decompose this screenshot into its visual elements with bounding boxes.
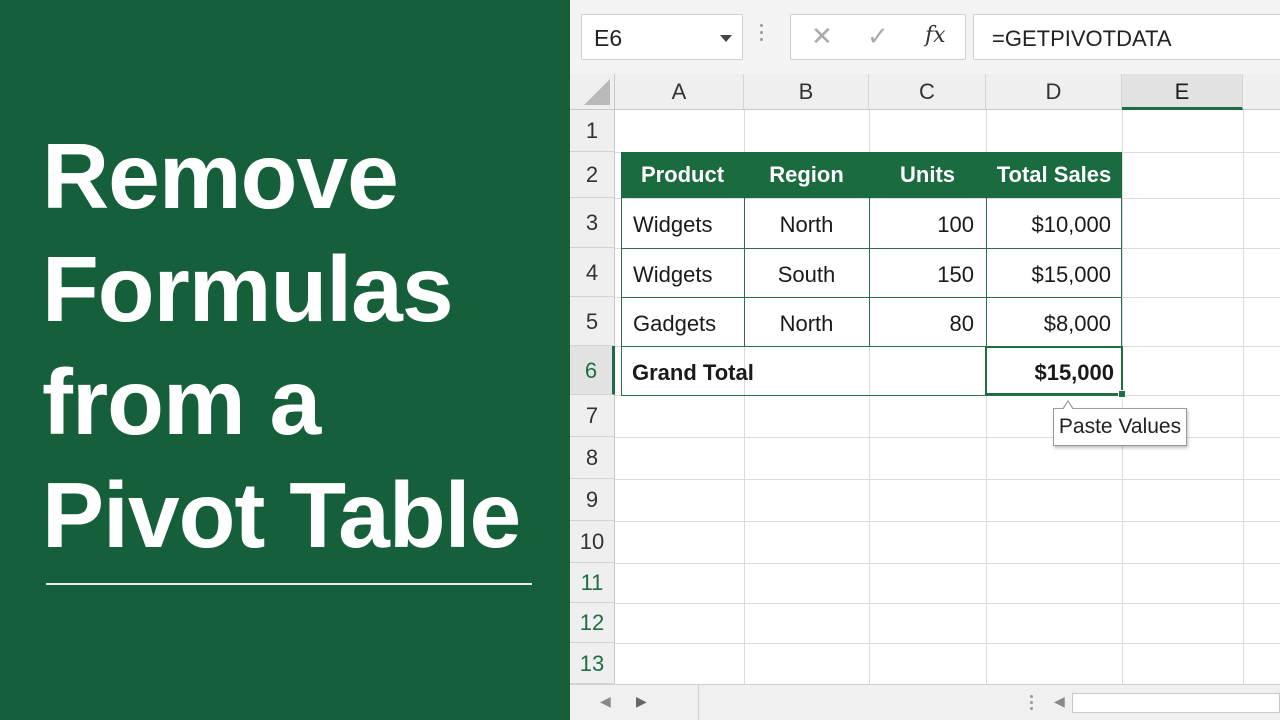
header-total-sales[interactable]: Total Sales: [986, 152, 1122, 198]
more-options-icon[interactable]: [760, 24, 764, 50]
name-box[interactable]: E6: [581, 14, 743, 60]
formula-buttons: ✕ ✓ fx: [790, 14, 966, 60]
header-units[interactable]: Units: [869, 152, 986, 198]
row-header-5[interactable]: 5: [570, 297, 615, 346]
headline-line-2: Formulas: [42, 237, 454, 341]
row-header-7[interactable]: 7: [570, 395, 615, 437]
cell-a4[interactable]: Widgets: [633, 262, 712, 288]
sheet-tab-bar: ◀ ▶ ◀: [570, 684, 1280, 720]
title-divider: [46, 583, 532, 585]
cell-c5[interactable]: 80: [869, 311, 974, 337]
row-header-13[interactable]: 13: [570, 643, 615, 684]
cell-b4[interactable]: South: [744, 262, 869, 288]
header-region[interactable]: Region: [744, 152, 869, 198]
column-header-c[interactable]: C: [869, 74, 986, 110]
headline: Remove Formulas from a Pivot Table: [42, 120, 552, 572]
row-header-6[interactable]: 6: [570, 346, 615, 395]
cell-a3[interactable]: Widgets: [633, 212, 712, 238]
cell-d3[interactable]: $10,000: [986, 212, 1111, 238]
column-header-d[interactable]: D: [986, 74, 1122, 110]
fill-handle[interactable]: [1118, 390, 1126, 398]
cell-b3[interactable]: North: [744, 212, 869, 238]
headline-line-3: from a: [42, 350, 321, 454]
row-header-3[interactable]: 3: [570, 198, 615, 248]
cancel-icon[interactable]: ✕: [811, 21, 833, 52]
row-header-9[interactable]: 9: [570, 479, 615, 521]
cell-b5[interactable]: North: [744, 311, 869, 337]
cell-d5[interactable]: $8,000: [986, 311, 1111, 337]
select-all-button[interactable]: [570, 74, 615, 110]
name-box-value: E6: [594, 25, 623, 51]
cell-d4[interactable]: $15,000: [986, 262, 1111, 288]
title-panel: Remove Formulas from a Pivot Table: [0, 0, 570, 720]
scroll-right-icon[interactable]: ▶: [636, 693, 647, 710]
headline-line-1: Remove: [42, 124, 399, 228]
header-product[interactable]: Product: [621, 152, 744, 198]
horizontal-scrollbar[interactable]: [1072, 693, 1280, 713]
column-header-a[interactable]: A: [615, 74, 744, 110]
row-header-10[interactable]: 10: [570, 521, 615, 563]
selected-cell-highlight: [985, 346, 1123, 395]
scroll-left-icon[interactable]: ◀: [600, 693, 611, 710]
cell-c4[interactable]: 150: [869, 262, 974, 288]
row-header-8[interactable]: 8: [570, 437, 615, 479]
column-header-f[interactable]: [1243, 74, 1280, 110]
formula-input[interactable]: =GETPIVOTDATA: [973, 14, 1280, 60]
chevron-down-icon[interactable]: [720, 35, 732, 42]
splitter-icon[interactable]: [1030, 695, 1033, 713]
column-header-e[interactable]: E: [1122, 74, 1243, 110]
row-header-12[interactable]: 12: [570, 603, 615, 643]
enter-icon[interactable]: ✓: [867, 21, 889, 52]
formula-bar: E6 ✕ ✓ fx =GETPIVOTDATA: [570, 0, 1280, 74]
cell-grid: A B C D E 1 2 3 4 5 6 7 8 9 10 11 12 13: [570, 74, 1280, 684]
hscroll-left-icon[interactable]: ◀: [1054, 693, 1065, 710]
row-header-1[interactable]: 1: [570, 110, 615, 152]
row-header-2[interactable]: 2: [570, 152, 615, 198]
row-header-11[interactable]: 11: [570, 563, 615, 603]
row-header-4[interactable]: 4: [570, 248, 615, 297]
spreadsheet-window: E6 ✕ ✓ fx =GETPIVOTDATA A B C D E 1 2 3: [570, 0, 1280, 720]
formula-text: =GETPIVOTDATA: [992, 26, 1172, 51]
cell-a6-grand-total[interactable]: Grand Total: [632, 360, 754, 386]
tooltip-label: Paste Values: [1058, 415, 1182, 438]
insert-function-icon[interactable]: fx: [925, 23, 946, 48]
cell-a5[interactable]: Gadgets: [633, 311, 716, 337]
headline-line-4: Pivot Table: [42, 463, 521, 567]
column-header-b[interactable]: B: [744, 74, 869, 110]
paste-values-tooltip[interactable]: Paste Values: [1053, 400, 1187, 446]
cell-c3[interactable]: 100: [869, 212, 974, 238]
